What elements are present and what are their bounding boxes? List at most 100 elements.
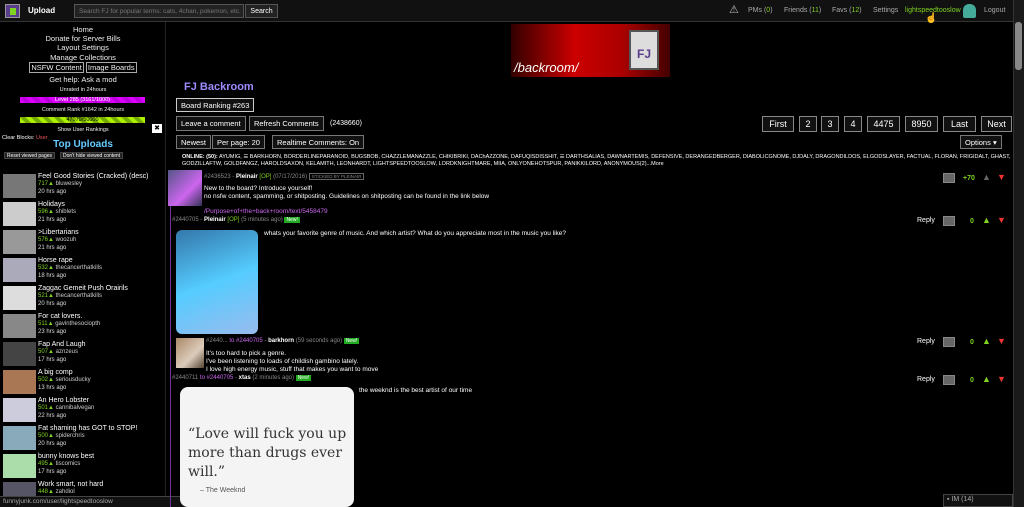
page-first[interactable]: First <box>762 116 794 132</box>
comment-id[interactable]: #2440711 <box>172 375 198 381</box>
upload-thumbnail[interactable] <box>3 426 36 450</box>
nav-home[interactable]: Home <box>0 25 166 34</box>
upload-thumbnail[interactable] <box>3 258 36 282</box>
reply-to[interactable]: to #2440705 <box>200 375 233 381</box>
refresh-comments-button[interactable]: Refresh Comments <box>249 116 324 131</box>
top-upload-item[interactable]: An Hero Lobster 501▲ cannibalvegan 22 hrs … <box>3 397 163 423</box>
backroom-banner[interactable]: /backroom/ <box>511 24 670 77</box>
upload-thumbnail[interactable] <box>3 286 36 310</box>
top-upload-item[interactable]: For cat lovers. 511▲ gavinthesociopth 23 h… <box>3 313 163 339</box>
upload-user[interactable]: shiblets <box>56 209 76 215</box>
upload-user[interactable]: thecancerthatkills <box>56 265 102 271</box>
nsfw-content-toggle[interactable]: NSFW Content <box>29 62 84 73</box>
upload-thumbnail[interactable] <box>3 202 36 226</box>
friends-link[interactable]: Friends (11) <box>784 7 821 14</box>
upload-user[interactable]: gavinthesociopth <box>55 321 100 327</box>
upload-thumbnail[interactable] <box>3 398 36 422</box>
upload-title[interactable]: Zaggac Gemeit Push Orairils <box>38 285 128 292</box>
comment-user[interactable]: barkhorn <box>268 338 294 344</box>
upload-thumbnail[interactable] <box>3 454 36 478</box>
thumbs-down-icon[interactable]: ▼ <box>997 375 1007 384</box>
upload-thumbnail[interactable] <box>3 230 36 254</box>
realtime-comments-toggle[interactable]: Realtime Comments: On <box>272 135 365 149</box>
comment-image[interactable]: “Love will fuck you up more than drugs e… <box>180 387 354 507</box>
nav-donate[interactable]: Donate for Server Bills <box>0 34 166 43</box>
top-upload-item[interactable]: Fap And Laugh 507▲ aznzeus 17 hrs ago <box>3 341 163 367</box>
upload-user[interactable]: spiderchris <box>56 433 85 439</box>
search-input[interactable] <box>74 4 244 18</box>
upload-title[interactable]: Work smart, not hard <box>38 481 103 488</box>
upload-title[interactable]: For cat lovers. <box>38 313 82 320</box>
leave-comment-button[interactable]: Leave a comment <box>176 116 246 131</box>
thumbs-down-icon[interactable]: ▼ <box>997 173 1007 182</box>
top-upload-item[interactable]: A big comp 502▲ seriousducky 13 hrs ago <box>3 369 163 395</box>
commenter-avatar[interactable] <box>168 170 202 206</box>
reply-button[interactable]: Reply <box>917 338 935 345</box>
thumbs-down-icon[interactable]: ▼ <box>997 337 1007 346</box>
page-next[interactable]: Next <box>981 116 1012 132</box>
search-button[interactable]: Search <box>245 4 278 18</box>
reply-to[interactable]: to #2440705 <box>229 338 262 344</box>
comment-image[interactable] <box>176 230 258 334</box>
upload-thumbnail[interactable] <box>3 342 36 366</box>
warning-icon[interactable]: ⚠ <box>729 5 741 16</box>
scrollbar[interactable] <box>1013 0 1024 507</box>
comment-id[interactable]: #2436523 <box>204 174 231 180</box>
menu-icon[interactable] <box>943 375 955 385</box>
menu-icon[interactable] <box>943 173 955 183</box>
options-dropdown[interactable]: Options ▾ <box>960 135 1002 149</box>
upload-user[interactable]: thecancerthatkills <box>56 293 102 299</box>
settings-link[interactable]: Settings <box>873 7 898 14</box>
top-upload-item[interactable]: bunny knows best 495▲ tiscomics 17 hrs ago <box>3 453 163 479</box>
thumbs-up-icon[interactable]: ▲ <box>982 337 992 346</box>
page-8950[interactable]: 8950 <box>905 116 938 132</box>
funnyjunk-logo-icon[interactable] <box>5 4 20 18</box>
upload-title[interactable]: bunny knows best <box>38 453 94 460</box>
im-chat-button[interactable]: ▪ IM (14) <box>943 494 1013 507</box>
per-page-select[interactable]: Per page: 20 <box>212 135 265 149</box>
thumbs-up-icon[interactable]: ▲ <box>982 173 992 182</box>
upload-title[interactable]: Horse rape <box>38 257 73 264</box>
top-upload-item[interactable]: Horse rape 532▲ thecancerthatkills 18 hrs … <box>3 257 163 283</box>
upload-title[interactable]: Fat shaming has GOT to STOP! <box>38 425 137 432</box>
comment-user[interactable]: Pleinair <box>236 174 258 180</box>
top-upload-item[interactable]: Zaggac Gemeit Push Orairils 521▲ thecance… <box>3 285 163 311</box>
top-upload-item[interactable]: Holidays 596▲ shiblets 21 hrs ago <box>3 201 163 227</box>
dont-hide-button[interactable]: Don't hide viewed content <box>60 152 124 159</box>
online-names[interactable]: AYUMIG, ☰ BARKHORN, BORDERLINEPARANOID, … <box>182 154 1011 167</box>
thumbs-up-icon[interactable]: ▲ <box>982 216 992 225</box>
comment-id[interactable]: #2440705 <box>172 217 199 223</box>
upload-link[interactable]: Upload <box>28 6 55 15</box>
page-3[interactable]: 3 <box>821 116 839 132</box>
nav-layout-settings[interactable]: Layout Settings <box>0 43 166 52</box>
commenter-avatar[interactable] <box>176 338 204 368</box>
top-upload-item[interactable]: Feel Good Stories (Cracked) (desc) 717▲ b… <box>3 173 163 199</box>
thumbs-down-icon[interactable]: ▼ <box>997 216 1007 225</box>
reply-button[interactable]: Reply <box>917 217 935 224</box>
pms-link[interactable]: PMs (0) <box>748 7 773 14</box>
upload-user[interactable]: aznzeus <box>56 349 78 355</box>
upload-user[interactable]: cannibalvegan <box>56 405 95 411</box>
reply-button[interactable]: Reply <box>917 376 935 383</box>
page-4475[interactable]: 4475 <box>867 116 900 132</box>
favs-link[interactable]: Favs (12) <box>832 7 862 14</box>
top-upload-item[interactable]: Fat shaming has GOT to STOP! 500▲ spiderc… <box>3 425 163 451</box>
nav-help[interactable]: Get help: Ask a mod <box>0 75 166 84</box>
upload-user[interactable]: woozuh <box>56 237 77 243</box>
upload-thumbnail[interactable] <box>3 370 36 394</box>
show-user-rankings[interactable]: Show User Rankings <box>0 127 166 133</box>
upload-title[interactable]: Fap And Laugh <box>38 341 86 348</box>
menu-icon[interactable] <box>943 216 955 226</box>
comment-user[interactable]: xtas <box>239 375 251 381</box>
page-4[interactable]: 4 <box>844 116 862 132</box>
upload-title[interactable]: Holidays <box>38 201 65 208</box>
thumbs-up-icon[interactable]: ▲ <box>982 375 992 384</box>
user-avatar[interactable] <box>963 4 976 18</box>
close-icon[interactable]: ✖ <box>152 124 162 133</box>
page-last[interactable]: Last <box>943 116 976 132</box>
upload-title[interactable]: An Hero Lobster <box>38 397 89 404</box>
scrollbar-thumb[interactable] <box>1015 22 1022 70</box>
upload-user[interactable]: zahdiol <box>56 489 75 495</box>
reset-viewed-button[interactable]: Reset viewed pages <box>4 152 56 159</box>
comment-id[interactable]: #2440... <box>206 338 228 344</box>
